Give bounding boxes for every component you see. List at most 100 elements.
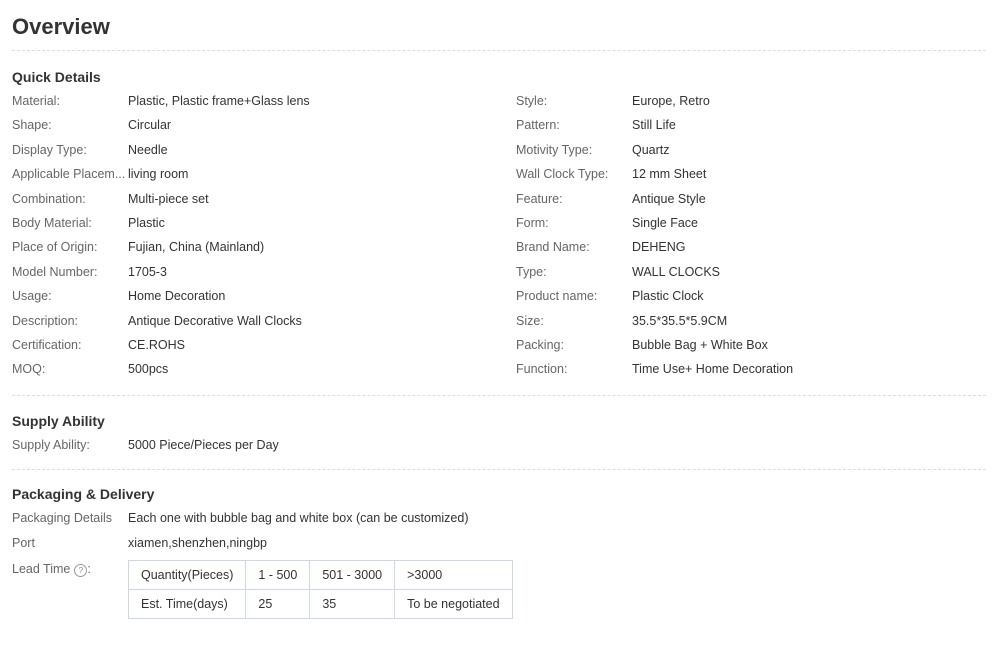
detail-value: Multi-piece set — [128, 191, 209, 206]
detail-row: Feature: Antique Style — [516, 191, 996, 215]
detail-label: Certification: — [12, 337, 82, 352]
detail-row: Form: Single Face — [516, 215, 996, 239]
detail-label: Model Number: — [12, 264, 98, 279]
supply-ability-label: Supply Ability: — [12, 438, 90, 452]
page-title: Overview — [12, 14, 110, 39]
detail-row: Display Type: Needle — [12, 142, 492, 166]
supply-ability-value: 5000 Piece/Pieces per Day — [128, 438, 279, 452]
detail-label: Packing: — [516, 337, 564, 352]
detail-label: Shape: — [12, 118, 52, 133]
detail-value: Antique Style — [632, 191, 706, 206]
detail-label: Applicable Placem... — [12, 167, 126, 182]
table-cell: >3000 — [394, 560, 513, 590]
port-label: Port — [12, 535, 35, 550]
detail-value: Needle — [128, 142, 168, 157]
detail-value: Single Face — [632, 215, 699, 230]
quick-details-title: Quick Details — [12, 69, 101, 85]
detail-label: Size: — [516, 313, 544, 328]
detail-label: Type: — [516, 264, 547, 279]
detail-value: Plastic — [128, 215, 165, 230]
detail-value: Quartz — [632, 142, 670, 157]
lead-time-colon: : — [87, 562, 91, 576]
detail-value: Circular — [128, 118, 172, 133]
detail-value: Home Decoration — [128, 289, 226, 304]
detail-row: Model Number: 1705-3 — [12, 264, 492, 288]
detail-row: Place of Origin: Fujian, China (Mainland) — [12, 239, 492, 263]
detail-label: Wall Clock Type: — [516, 167, 609, 182]
question-mark-icon[interactable]: ? — [74, 564, 88, 577]
detail-row: Type: WALL CLOCKS — [516, 264, 996, 288]
detail-label: Display Type: — [12, 142, 87, 157]
table-cell: 25 — [245, 589, 311, 619]
detail-row: Applicable Placem... living room — [12, 166, 492, 190]
table-row: Quantity(Pieces) 1 - 500 501 - 3000 >3000 — [127, 560, 513, 590]
supply-ability-row: Supply Ability: 5000 Piece/Pieces per Da… — [12, 437, 986, 457]
detail-value: Time Use+ Home Decoration — [632, 362, 794, 377]
detail-label: Motivity Type: — [516, 142, 593, 157]
detail-label: Product name: — [516, 289, 598, 304]
table-cell: To be negotiated — [394, 589, 513, 619]
detail-row: Motivity Type: Quartz — [516, 142, 996, 166]
detail-label: Combination: — [12, 191, 86, 206]
detail-row: Style: Europe, Retro — [516, 93, 996, 117]
packaging-details-label: Packaging Details — [12, 511, 113, 525]
lead-time-row: Lead Time ? : Quantity(Pieces) 1 - 500 501… — [12, 560, 986, 619]
table-cell: 35 — [309, 589, 396, 619]
lead-time-label: Lead Time — [12, 562, 71, 576]
packaging-delivery-title: Packaging & Delivery — [12, 486, 155, 502]
detail-value: 1705-3 — [128, 264, 167, 279]
packaging-details-value: Each one with bubble bag and white box (… — [128, 511, 469, 525]
table-cell: Est. Time(days) — [127, 589, 247, 619]
port-value: xiamen,shenzhen,ningbp — [128, 535, 267, 550]
detail-label: Brand Name: — [516, 240, 590, 255]
lead-time-table: Quantity(Pieces) 1 - 500 501 - 3000 >3000 Es… — [127, 560, 513, 619]
detail-value: Plastic Clock — [632, 289, 704, 304]
detail-row: Usage: Home Decoration — [12, 288, 492, 312]
detail-row: Body Material: Plastic — [12, 215, 492, 239]
detail-label: Body Material: — [12, 215, 92, 230]
detail-row: MOQ: 500pcs — [12, 361, 492, 385]
packaging-details-row: Packaging Details Each one with bubble b… — [12, 510, 986, 535]
detail-row: Description: Antique Decorative Wall Cloc… — [12, 313, 492, 337]
detail-row: Shape: Circular — [12, 117, 492, 141]
detail-value: CE.ROHS — [128, 337, 185, 352]
lead-time-label-wrap: Lead Time ? : — [12, 560, 128, 619]
detail-value: Still Life — [632, 118, 676, 133]
table-cell: 1 - 500 — [245, 560, 311, 590]
divider — [12, 50, 986, 51]
supply-ability-title: Supply Ability — [12, 413, 105, 429]
detail-label: Usage: — [12, 289, 52, 304]
detail-label: Pattern: — [516, 118, 560, 133]
detail-row: Wall Clock Type: 12 mm Sheet — [516, 166, 996, 190]
detail-label: Material: — [12, 94, 60, 108]
detail-value: Antique Decorative Wall Clocks — [128, 313, 302, 328]
detail-value: Europe, Retro — [632, 94, 710, 108]
quick-details-grid: Material: Plastic, Plastic frame+Glass le… — [12, 93, 986, 386]
detail-row: Size: 35.5*35.5*5.9CM — [516, 313, 996, 337]
detail-value: living room — [128, 167, 189, 182]
divider — [12, 395, 986, 396]
detail-label: Description: — [12, 313, 78, 328]
detail-label: Form: — [516, 215, 549, 230]
table-row: Est. Time(days) 25 35 To be negotiated — [127, 589, 513, 619]
detail-row: Combination: Multi-piece set — [12, 191, 492, 215]
quick-details-right-column: Style: Europe, Retro Pattern: Still Life Mot… — [516, 93, 996, 386]
detail-row: Function: Time Use+ Home Decoration — [516, 361, 996, 385]
detail-value: WALL CLOCKS — [632, 264, 720, 279]
detail-value: Bubble Bag + White Box — [632, 337, 768, 352]
detail-value: Fujian, China (Mainland) — [128, 240, 265, 255]
detail-label: Place of Origin: — [12, 240, 98, 255]
overview-page: Overview Quick Details Material: Plastic,… — [12, 0, 986, 619]
detail-row: Brand Name: DEHENG — [516, 239, 996, 263]
detail-row: Certification: CE.ROHS — [12, 337, 492, 361]
quick-details-left-column: Material: Plastic, Plastic frame+Glass le… — [12, 93, 492, 386]
detail-row: Product name: Plastic Clock — [516, 288, 996, 312]
detail-label: MOQ: — [12, 362, 46, 377]
detail-label: Style: — [516, 94, 548, 108]
detail-label: Function: — [516, 362, 568, 377]
detail-value: 500pcs — [128, 362, 169, 377]
detail-value: DEHENG — [632, 240, 686, 255]
table-cell: 501 - 3000 — [309, 560, 396, 590]
divider — [12, 469, 986, 470]
table-cell: Quantity(Pieces) — [127, 560, 247, 590]
